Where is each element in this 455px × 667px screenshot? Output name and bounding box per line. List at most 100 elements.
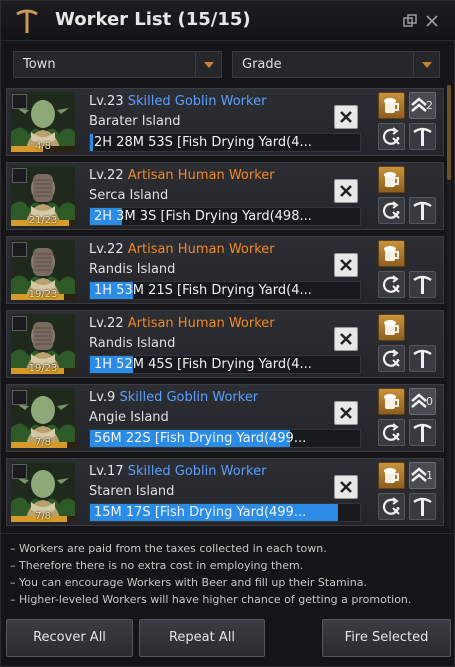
assign-work-button[interactable] bbox=[409, 271, 436, 298]
repeat-task-button[interactable] bbox=[378, 123, 405, 150]
worker-card[interactable]: 4/8 Lv.23 Skilled Goblin Worker Barater Is… bbox=[6, 88, 444, 156]
worker-island: Randis Island bbox=[89, 336, 176, 351]
beer-button[interactable] bbox=[378, 166, 405, 193]
assign-work-button[interactable] bbox=[409, 123, 436, 150]
close-icon bbox=[340, 407, 352, 419]
beer-button[interactable] bbox=[378, 388, 405, 415]
task-progress-bar: 2H 28M 53S [Fish Drying Yard(4... bbox=[89, 133, 361, 152]
fire-worker-button[interactable] bbox=[334, 475, 358, 499]
repeat-icon bbox=[382, 127, 400, 145]
assign-work-button[interactable] bbox=[409, 197, 436, 224]
task-status: 2H 3M 3S [Fish Drying Yard(498... bbox=[94, 209, 312, 224]
stamina-value: 21/23 bbox=[28, 215, 58, 226]
repeat-task-button[interactable] bbox=[378, 271, 405, 298]
promotion-count: 0 bbox=[426, 395, 433, 408]
worker-grade: Artisan Human Worker bbox=[127, 316, 275, 331]
scrollbar[interactable] bbox=[447, 85, 451, 529]
task-status: 15M 17S [Fish Drying Yard(499... bbox=[94, 505, 307, 520]
select-checkbox[interactable] bbox=[12, 464, 27, 479]
town-filter-label: Town bbox=[23, 57, 56, 72]
beer-button[interactable] bbox=[378, 314, 405, 341]
titlebar[interactable]: Worker List (15/15) bbox=[1, 1, 455, 41]
beer-icon bbox=[384, 394, 399, 409]
fire-worker-button[interactable] bbox=[334, 179, 358, 203]
worker-level: Lv.22 bbox=[89, 242, 124, 257]
worker-card[interactable]: 19/23 Lv.22 Artisan Human Worker Randis Is… bbox=[6, 236, 444, 304]
grade-filter-dropdown[interactable]: Grade bbox=[232, 51, 440, 78]
worker-grade: Artisan Human Worker bbox=[127, 168, 275, 183]
worker-island: Staren Island bbox=[89, 484, 175, 499]
worker-level: Lv.22 bbox=[89, 316, 124, 331]
select-checkbox[interactable] bbox=[12, 94, 27, 109]
fire-worker-button[interactable] bbox=[334, 253, 358, 277]
promote-button[interactable]: 0 bbox=[409, 388, 436, 415]
worker-name: Lv.23 Skilled Goblin Worker bbox=[89, 94, 266, 109]
stamina-value: 7/8 bbox=[34, 511, 52, 522]
beer-icon bbox=[384, 320, 399, 335]
worker-island: Angie Island bbox=[89, 410, 169, 425]
note-line: – Higher-leveled Workers will have highe… bbox=[10, 593, 412, 606]
fire-worker-button[interactable] bbox=[334, 105, 358, 129]
worker-card[interactable]: 7/8 Lv.9 Skilled Goblin Worker Angie Islan… bbox=[6, 384, 444, 452]
worker-card[interactable]: 21/23 Lv.22 Artisan Human Worker Serca Isl… bbox=[6, 162, 444, 230]
town-filter-dropdown[interactable]: Town bbox=[13, 51, 222, 78]
grade-filter-label: Grade bbox=[242, 57, 282, 72]
worker-list[interactable]: 4/8 Lv.23 Skilled Goblin Worker Barater Is… bbox=[6, 85, 446, 529]
repeat-task-button[interactable] bbox=[378, 197, 405, 224]
select-checkbox[interactable] bbox=[12, 168, 27, 183]
note-line: – Workers are paid from the taxes collec… bbox=[10, 542, 327, 555]
worker-name: Lv.17 Skilled Goblin Worker bbox=[89, 464, 266, 479]
worker-card[interactable]: 19/23 Lv.22 Artisan Human Worker Randis Is… bbox=[6, 310, 444, 378]
pickaxe-icon bbox=[16, 9, 38, 33]
task-status: 2H 28M 53S [Fish Drying Yard(4... bbox=[94, 135, 312, 150]
recover-all-button[interactable]: Recover All bbox=[6, 619, 133, 657]
close-icon bbox=[340, 481, 352, 493]
pickaxe-icon bbox=[413, 497, 432, 516]
beer-icon bbox=[384, 468, 399, 483]
fire-selected-button[interactable]: Fire Selected bbox=[322, 619, 451, 657]
stamina-value: 4/8 bbox=[34, 141, 52, 152]
close-icon[interactable] bbox=[425, 14, 439, 28]
pickaxe-icon bbox=[413, 423, 432, 442]
beer-button[interactable] bbox=[378, 92, 405, 119]
promote-button[interactable]: 1 bbox=[409, 462, 436, 489]
fire-worker-button[interactable] bbox=[334, 327, 358, 351]
worker-card[interactable]: 7/8 Lv.17 Skilled Goblin Worker Staren Isl… bbox=[6, 458, 444, 526]
assign-work-button[interactable] bbox=[409, 345, 436, 372]
select-checkbox[interactable] bbox=[12, 390, 27, 405]
task-status: 56M 22S [Fish Drying Yard(499... bbox=[94, 431, 307, 446]
beer-button[interactable] bbox=[378, 462, 405, 489]
worker-name: Lv.22 Artisan Human Worker bbox=[89, 316, 275, 331]
worker-name: Lv.9 Skilled Goblin Worker bbox=[89, 390, 258, 405]
worker-level: Lv.17 bbox=[89, 464, 124, 479]
stamina-value: 7/8 bbox=[34, 437, 52, 448]
promote-button[interactable]: 2 bbox=[409, 92, 436, 119]
promotion-count: 1 bbox=[426, 469, 433, 482]
assign-work-button[interactable] bbox=[409, 493, 436, 520]
pickaxe-icon bbox=[413, 275, 432, 294]
stamina-value: 19/23 bbox=[28, 289, 58, 300]
beer-button[interactable] bbox=[378, 240, 405, 267]
worker-island: Barater Island bbox=[89, 114, 181, 129]
worker-level: Lv.9 bbox=[89, 390, 116, 405]
task-progress-bar: 15M 17S [Fish Drying Yard(499... bbox=[89, 503, 361, 522]
select-checkbox[interactable] bbox=[12, 242, 27, 257]
pickaxe-icon bbox=[413, 127, 432, 146]
worker-name: Lv.22 Artisan Human Worker bbox=[89, 168, 275, 183]
popout-icon[interactable] bbox=[403, 14, 417, 28]
chevron-down-icon bbox=[195, 52, 221, 77]
worker-grade: Skilled Goblin Worker bbox=[127, 94, 267, 109]
assign-work-button[interactable] bbox=[409, 419, 436, 446]
repeat-all-button[interactable]: Repeat All bbox=[139, 619, 265, 657]
worker-island: Randis Island bbox=[89, 262, 176, 277]
repeat-task-button[interactable] bbox=[378, 419, 405, 446]
repeat-task-button[interactable] bbox=[378, 345, 405, 372]
note-line: – You can encourage Workers with Beer an… bbox=[10, 576, 367, 589]
beer-icon bbox=[384, 172, 399, 187]
repeat-icon bbox=[382, 201, 400, 219]
scrollbar-thumb[interactable] bbox=[447, 85, 451, 180]
repeat-task-button[interactable] bbox=[378, 493, 405, 520]
select-checkbox[interactable] bbox=[12, 316, 27, 331]
fire-worker-button[interactable] bbox=[334, 401, 358, 425]
close-icon bbox=[340, 333, 352, 345]
